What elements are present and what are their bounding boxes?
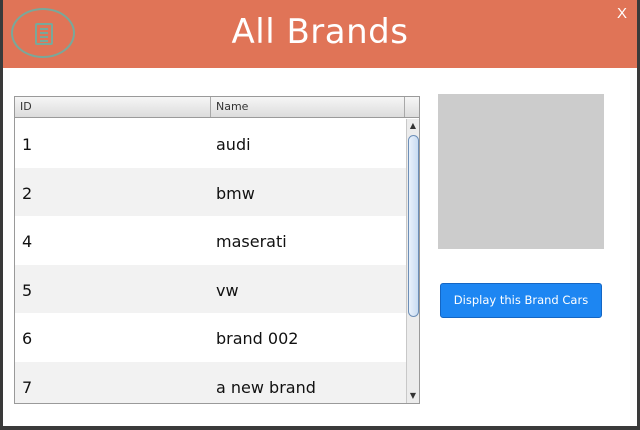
display-brand-cars-button[interactable]: Display this Brand Cars bbox=[440, 283, 602, 318]
cell-name: bmw bbox=[216, 183, 255, 203]
cell-name: brand 002 bbox=[216, 329, 299, 348]
cell-id: 4 bbox=[22, 232, 33, 251]
header-corner bbox=[405, 97, 419, 117]
column-header-id[interactable]: ID bbox=[15, 97, 211, 117]
cell-name: audi bbox=[216, 135, 251, 154]
close-button[interactable]: X bbox=[614, 5, 630, 23]
table-row[interactable]: 1 audi bbox=[15, 119, 406, 168]
column-header-name[interactable]: Name bbox=[211, 97, 405, 117]
cell-name: maserati bbox=[216, 232, 287, 251]
table-row[interactable]: 7 a new brand bbox=[15, 361, 406, 403]
cell-id: 6 bbox=[22, 329, 33, 348]
table-header: ID Name bbox=[15, 97, 419, 118]
page-title: All Brands bbox=[231, 12, 409, 52]
vertical-scrollbar[interactable]: ▲ ▼ bbox=[406, 119, 419, 403]
table-row[interactable]: 4 maserati bbox=[15, 216, 406, 265]
header-bar: All Brands X bbox=[3, 0, 637, 68]
cell-id: 1 bbox=[22, 135, 33, 154]
cell-id: 7 bbox=[22, 377, 33, 397]
brands-window: All Brands X ID Name 1 audi 2 bmw 4 mase… bbox=[3, 0, 637, 426]
cell-id: 2 bbox=[22, 183, 33, 203]
cell-id: 5 bbox=[22, 280, 33, 300]
scroll-up-arrow-icon[interactable]: ▲ bbox=[407, 119, 419, 133]
cell-name: vw bbox=[216, 280, 239, 300]
brands-table[interactable]: ID Name 1 audi 2 bmw 4 maserati 5 vw 6 b… bbox=[14, 96, 420, 404]
table-row[interactable]: 5 vw bbox=[15, 264, 406, 313]
table-row[interactable]: 6 brand 002 bbox=[15, 313, 406, 362]
brand-image-placeholder bbox=[438, 94, 604, 249]
scroll-down-arrow-icon[interactable]: ▼ bbox=[407, 389, 419, 403]
table-row[interactable]: 2 bmw bbox=[15, 167, 406, 216]
cell-name: a new brand bbox=[216, 377, 316, 397]
scrollbar-thumb[interactable] bbox=[408, 135, 419, 317]
